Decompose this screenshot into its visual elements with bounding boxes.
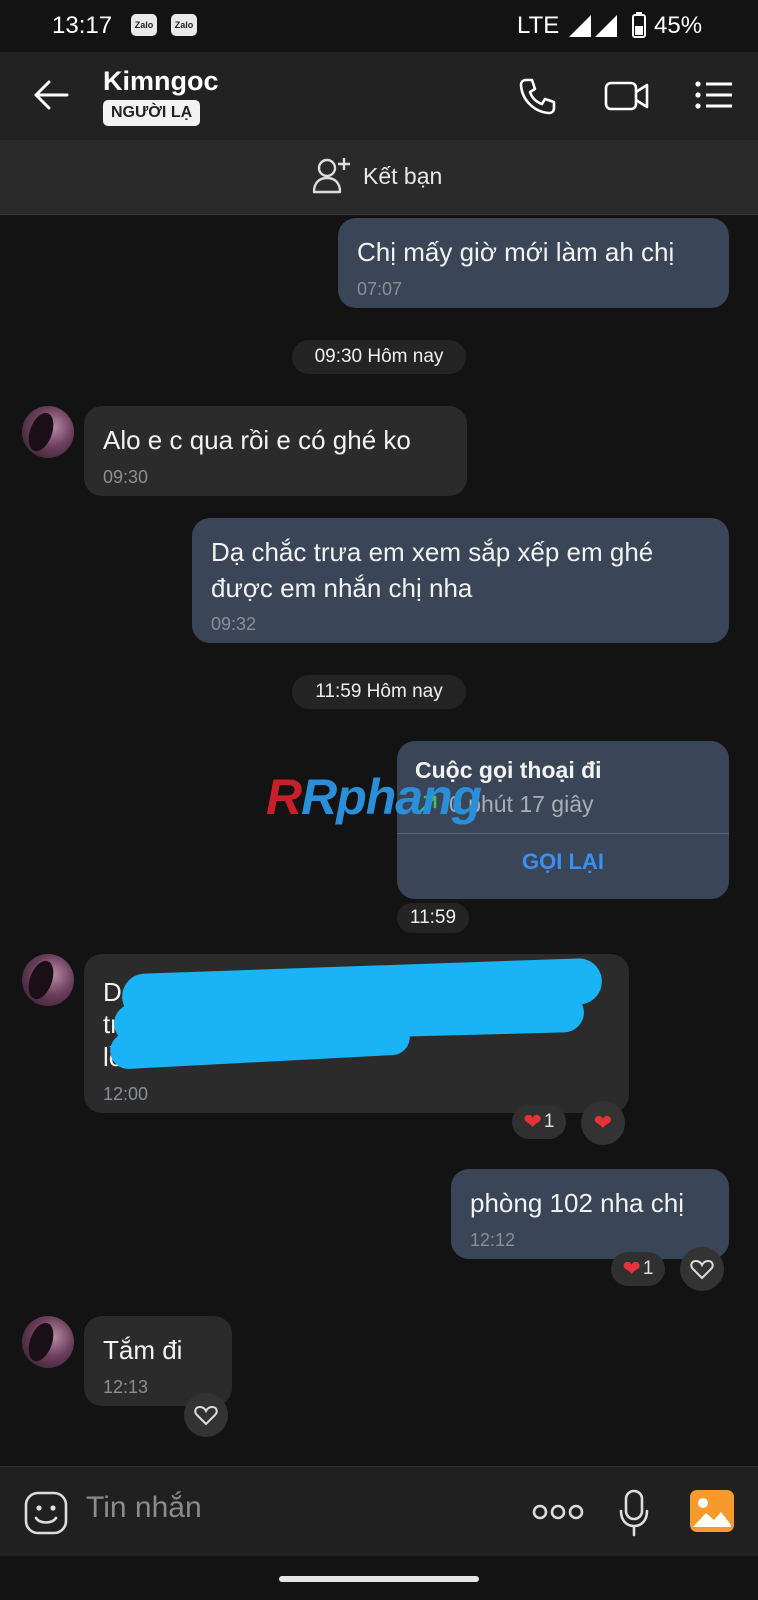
react-button[interactable]	[184, 1393, 228, 1437]
status-bar: 13:17 Zalo Zalo LTE 45%	[0, 0, 758, 52]
call-card-divider	[397, 833, 729, 834]
message-time: 12:00	[103, 1084, 149, 1104]
react-button[interactable]: ❤	[581, 1101, 625, 1145]
call-time: 11:59	[397, 903, 469, 933]
reaction-summary[interactable]: ❤ 1	[611, 1252, 665, 1286]
avatar[interactable]	[22, 954, 74, 1006]
message-time: 12:12	[470, 1230, 516, 1250]
watermark-letter: R	[266, 769, 302, 825]
signal-icon	[569, 15, 617, 37]
message-input[interactable]: Tin nhắn	[86, 1491, 202, 1525]
avatar[interactable]	[22, 406, 74, 458]
message-time: 09:30	[103, 467, 149, 487]
emoji-icon[interactable]	[24, 1491, 68, 1535]
image-icon[interactable]	[689, 1489, 735, 1533]
microphone-icon[interactable]	[619, 1489, 649, 1537]
back-arrow-icon[interactable]	[33, 79, 69, 111]
status-time: 13:17	[52, 12, 113, 39]
message-time: 09:32	[211, 614, 257, 634]
call-back-button[interactable]: GỌI LẠI	[397, 849, 729, 875]
battery-icon	[632, 12, 646, 38]
heart-outline-icon	[690, 1259, 714, 1280]
message-bubble-outgoing[interactable]: Dạ chắc trưa em xem sắp xếp em ghé được …	[192, 518, 729, 643]
system-nav-bar	[0, 1556, 758, 1600]
reaction-count: 1	[642, 1258, 654, 1279]
react-button[interactable]	[680, 1247, 724, 1291]
phone-icon[interactable]	[518, 77, 556, 115]
message-bubble-incoming[interactable]: Alo e c qua rồi e có ghé ko 09:30	[84, 406, 467, 496]
message-text: phòng 102 nha chị	[470, 1188, 684, 1218]
message-time: 07:07	[357, 279, 403, 299]
message-bubble-outgoing[interactable]: Chị mấy giờ mới làm ah chị 07:07	[338, 218, 729, 308]
zalo-notification-icon: Zalo	[131, 14, 157, 36]
stranger-badge: NGƯỜI LẠ	[103, 100, 201, 126]
zalo-notification-icon: Zalo	[171, 14, 197, 36]
menu-list-icon[interactable]	[695, 80, 733, 110]
date-divider: 11:59 Hôm nay	[292, 675, 466, 709]
reaction-summary[interactable]: ❤ 1	[512, 1105, 566, 1139]
add-friend-icon	[312, 158, 350, 194]
network-type: LTE	[517, 12, 560, 39]
message-text-fragment: D	[103, 977, 122, 1007]
add-friend-bar[interactable]: Kết bạn	[0, 140, 758, 215]
message-bubble-incoming[interactable]: D tru lề 12:00	[84, 954, 629, 1113]
message-text-line: được em nhắn chị nha	[211, 573, 473, 603]
contact-name[interactable]: Kimngoc	[103, 66, 219, 97]
heart-icon: ❤	[523, 1109, 542, 1134]
message-text: Alo e c qua rồi e có ghé ko	[103, 425, 411, 455]
message-input-bar: Tin nhắn	[0, 1466, 758, 1557]
home-gesture-handle[interactable]	[279, 1576, 479, 1582]
heart-icon: ❤	[622, 1256, 641, 1281]
message-text-line: Dạ chắc trưa em xem sắp xếp em ghé	[211, 537, 654, 567]
video-call-icon[interactable]	[604, 80, 650, 112]
heart-outline-icon	[194, 1405, 218, 1426]
message-text: Tắm đi	[103, 1335, 183, 1365]
date-divider: 09:30 Hôm nay	[292, 340, 466, 374]
more-options-icon[interactable]	[532, 1503, 584, 1521]
watermark: RRphang	[266, 768, 482, 826]
chat-header: Kimngoc NGƯỜI LẠ	[0, 52, 758, 140]
message-text: Chị mấy giờ mới làm ah chị	[357, 237, 675, 267]
battery-level: 45%	[654, 12, 703, 39]
message-time: 12:13	[103, 1377, 149, 1397]
reaction-count: 1	[543, 1111, 555, 1132]
watermark-text: Rphang	[301, 769, 482, 825]
add-friend-label: Kết bạn	[363, 163, 443, 189]
heart-icon: ❤	[593, 1110, 613, 1135]
avatar[interactable]	[22, 1316, 74, 1368]
message-bubble-outgoing[interactable]: phòng 102 nha chị 12:12	[451, 1169, 729, 1259]
